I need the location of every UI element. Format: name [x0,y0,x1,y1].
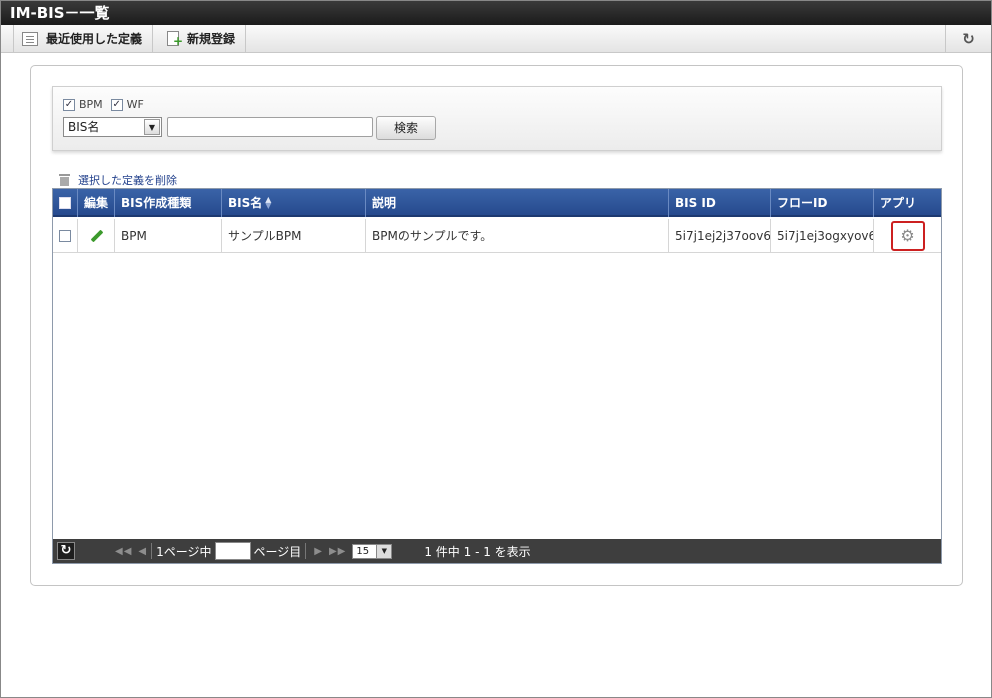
header-bis-id[interactable]: BIS ID [669,189,771,217]
refresh-icon: ↻ [962,29,975,48]
filter-wf-label: WF [126,98,144,111]
row-select-cell [53,219,78,253]
select-all-checkbox[interactable] [59,197,71,209]
app-settings-button[interactable]: ⚙ [890,221,925,251]
row-description: BPMのサンプルです。 [366,219,669,253]
header-bis-name-label: BIS名 [228,196,263,210]
header-bis-type[interactable]: BIS作成種類 [115,189,222,217]
filter-bpm-label: BPM [79,98,103,111]
row-app-cell: ⚙ [874,219,941,253]
row-checkbox[interactable] [59,230,71,242]
header-flow-id[interactable]: フローID [771,189,874,217]
window-title: IM-BIS－一覧 [1,1,991,25]
definitions-table: 編集 BIS作成種類 BIS名 ▲ ▼ 説明 BIS ID フローID アプリ B… [52,188,942,564]
refresh-button[interactable]: ↻ [945,25,991,52]
filter-wf-checkbox[interactable]: ✓ [110,98,123,111]
page-prefix-label: 1ページ中 [156,544,212,559]
new-registration-label: 新規登録 [187,32,236,46]
row-edit-cell [78,219,115,253]
header-bis-name[interactable]: BIS名 ▲ ▼ [222,189,366,217]
new-document-icon [167,31,183,46]
table-row[interactable]: BPM サンプルBPM BPMのサンプルです。 5i7j1ej2j37oov6 … [53,219,941,253]
gear-icon: ⚙ [900,226,915,245]
sort-icon: ▲ ▼ [265,195,272,210]
header-edit[interactable]: 編集 [78,189,115,217]
filter-bpm-checkbox[interactable]: ✓ [63,98,75,111]
search-input[interactable] [167,117,373,137]
recent-definitions-label: 最近使用した定義 [46,32,143,46]
search-field-value: BIS名 [68,120,100,134]
page-suffix-label: ページ目 [253,544,302,559]
toolbar: 最近使用した定義 新規登録 ↻ [1,25,991,53]
header-description[interactable]: 説明 [366,189,669,217]
pencil-icon[interactable] [88,228,104,244]
pager-separator [305,543,307,559]
filter-row: ✓ BPM ✓ WF [63,98,152,111]
prev-page-icon[interactable]: ◀ [138,546,147,557]
pager: ↻ ◀◀ ◀ 1ページ中 ページ目 ▶ ▶▶ 15 ▼ 1 件中 1 - 1 を… [53,539,941,563]
row-bis-id: 5i7j1ej2j37oov6 [669,219,771,253]
next-page-icon[interactable]: ▶ [314,546,323,557]
header-app: アプリ [880,196,917,210]
trash-icon [59,174,70,186]
header-select-all [53,189,78,217]
delete-selected-label: 選択した定義を削除 [78,174,177,187]
delete-selected-link[interactable]: 選択した定義を削除 [59,172,177,188]
row-flow-id: 5i7j1ej3ogxyov6 [771,219,874,253]
search-button[interactable]: 検索 [376,116,436,140]
row-bis-type: BPM [115,219,222,253]
chevron-down-icon: ▼ [144,119,160,135]
pager-separator [151,543,153,559]
row-bis-name: サンプルBPM [222,219,366,253]
recent-definitions-button[interactable]: 最近使用した定義 [13,25,154,52]
chevron-down-icon: ▼ [376,544,392,558]
search-field-select[interactable]: BIS名 ▼ [63,117,162,137]
list-icon [22,31,38,46]
last-page-icon[interactable]: ▶▶ [329,546,346,557]
new-registration-button[interactable]: 新規登録 [159,25,247,52]
pager-refresh-icon[interactable]: ↻ [57,542,75,560]
search-panel: ✓ BPM ✓ WF BIS名 ▼ 検索 [52,86,942,151]
main-panel: ✓ BPM ✓ WF BIS名 ▼ 検索 選択した定義を削除 編集 BIS作成種… [30,65,963,586]
table-header: 編集 BIS作成種類 BIS名 ▲ ▼ 説明 BIS ID フローID アプリ [53,189,941,217]
page-number-input[interactable] [214,542,251,560]
pager-summary: 1 件中 1 - 1 を表示 [424,544,531,559]
first-page-icon[interactable]: ◀◀ [115,546,132,557]
page-size-value: 15 [356,545,370,557]
page-size-select[interactable]: 15 ▼ [352,543,393,559]
